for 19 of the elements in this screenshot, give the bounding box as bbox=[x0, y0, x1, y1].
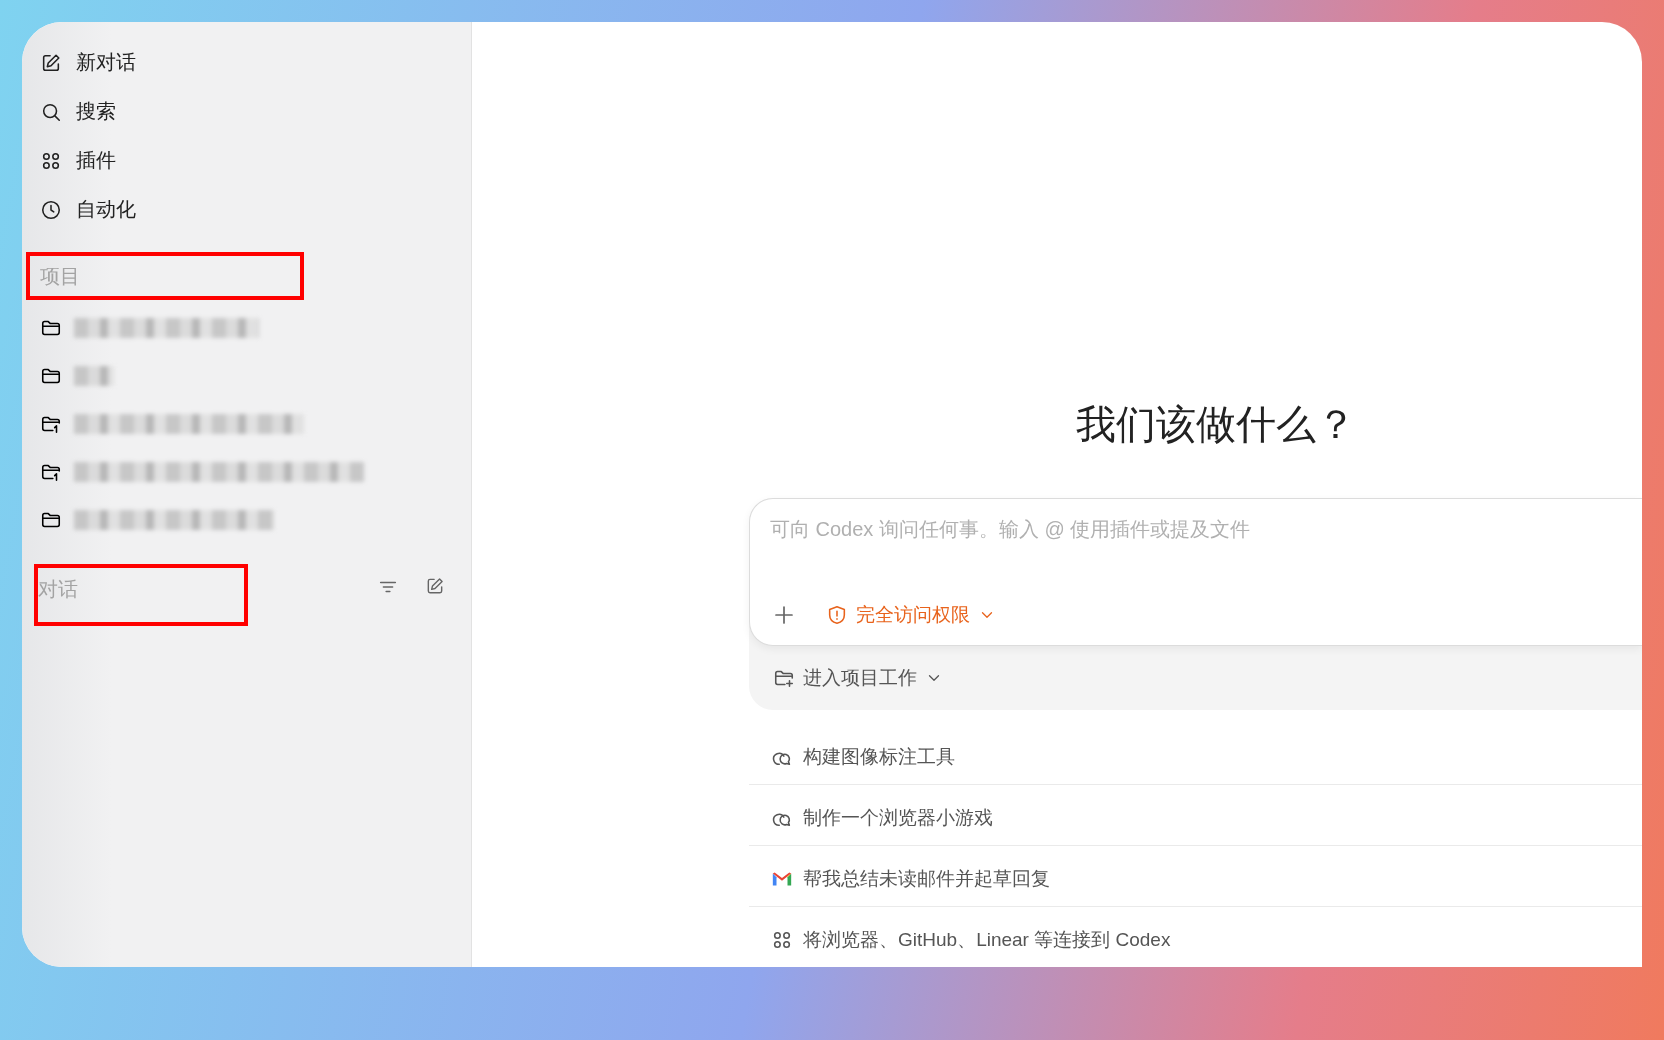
plus-icon bbox=[772, 603, 796, 627]
grid-icon bbox=[771, 929, 793, 951]
suggestion-item[interactable]: 将浏览器、GitHub、Linear 等连接到 Codex bbox=[749, 907, 1642, 967]
prompt-field[interactable]: 可向 Codex 询问任何事。输入 @ 使用插件或提及文件 bbox=[768, 517, 1628, 542]
nav-item[interactable]: 插件 bbox=[36, 136, 459, 185]
nav-item[interactable]: 新对话 bbox=[36, 38, 459, 87]
section-heading: 项目 bbox=[40, 263, 80, 289]
shield-alert-icon bbox=[826, 604, 848, 626]
blurred-text bbox=[74, 366, 114, 386]
suggestion-item[interactable]: 构建图像标注工具 bbox=[749, 724, 1642, 785]
clock-icon bbox=[40, 198, 62, 221]
nav-item[interactable]: 自动化 bbox=[36, 185, 459, 234]
section-heading: 对话 bbox=[38, 577, 78, 602]
suggestion-item[interactable]: 制作一个浏览器小游戏 bbox=[749, 785, 1642, 846]
compose-icon bbox=[425, 576, 445, 596]
suggestion-item[interactable]: 帮我总结未读邮件并起草回复 bbox=[749, 846, 1642, 907]
project-dropdown[interactable]: 进入项目工作 bbox=[749, 646, 967, 710]
nav-item[interactable]: 搜索 bbox=[36, 87, 459, 136]
page-title: 我们该做什么？ bbox=[1074, 401, 1357, 448]
